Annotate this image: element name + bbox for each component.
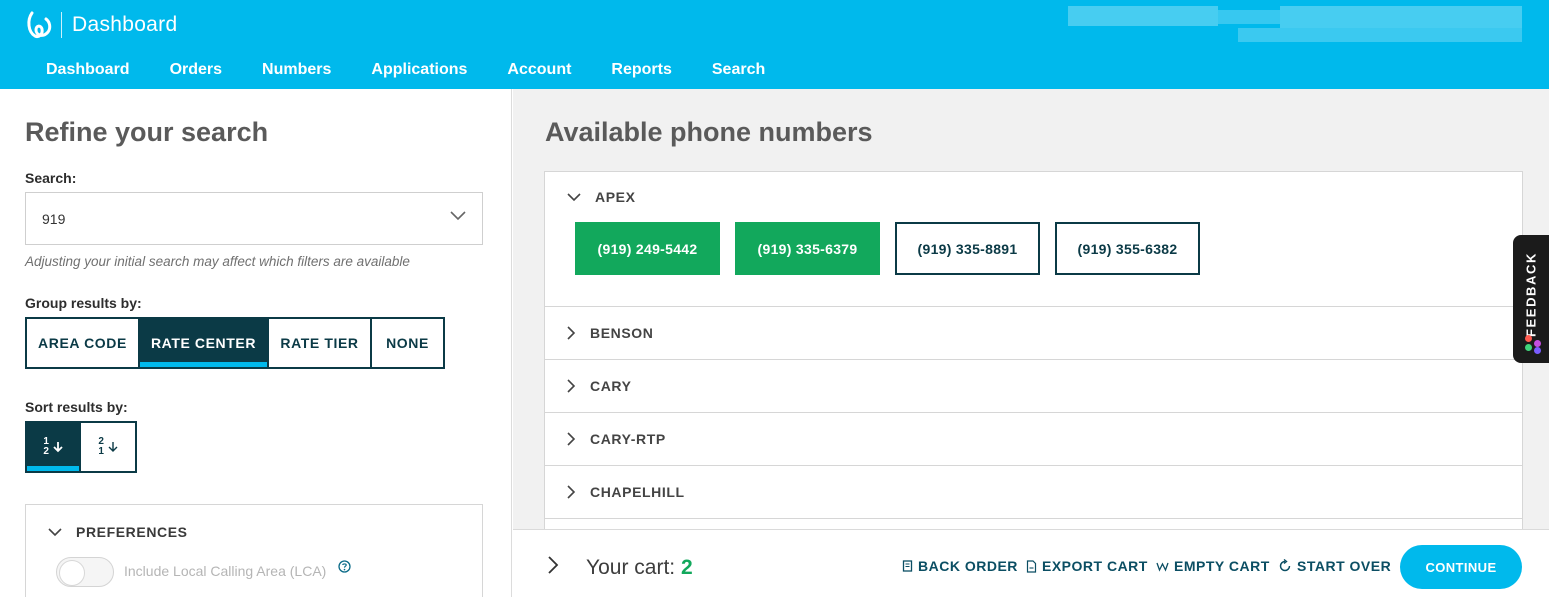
feedback-tab[interactable]: FEEDBACK bbox=[1513, 235, 1549, 363]
chevron-down-icon bbox=[48, 527, 62, 536]
nav-orders[interactable]: Orders bbox=[170, 61, 222, 79]
group-by-toggle: AREA CODE RATE CENTER RATE TIER NONE bbox=[25, 317, 445, 369]
phone-number-button[interactable]: (919) 249-5442 bbox=[575, 222, 720, 275]
sort-digit: 1 bbox=[98, 446, 105, 457]
chevron-right-icon bbox=[567, 326, 576, 340]
feedback-dot-icon bbox=[1525, 344, 1532, 351]
results-panel: Available phone numbers APEX (919) 249-5… bbox=[513, 89, 1549, 597]
refresh-icon bbox=[1279, 559, 1291, 572]
nav-account[interactable]: Account bbox=[507, 61, 571, 79]
group-header[interactable]: CARY bbox=[545, 360, 1522, 412]
group-header[interactable]: BENSON bbox=[545, 307, 1522, 359]
arrow-down-icon bbox=[108, 442, 118, 452]
help-circle-icon[interactable] bbox=[338, 560, 351, 573]
obscured-block bbox=[1280, 6, 1522, 28]
nav-reports[interactable]: Reports bbox=[611, 61, 671, 79]
start-over-button[interactable]: START OVER bbox=[1278, 558, 1391, 574]
refine-title: Refine your search bbox=[25, 117, 269, 147]
empty-cart-button[interactable]: EMPTY CART bbox=[1156, 558, 1270, 574]
phone-number-button[interactable]: (919) 335-6379 bbox=[735, 222, 880, 275]
start-over-label: START OVER bbox=[1297, 558, 1392, 574]
obscured-block bbox=[1238, 28, 1522, 42]
search-select[interactable]: 919 bbox=[25, 192, 483, 245]
continue-button[interactable]: CONTINUE bbox=[1400, 545, 1522, 589]
search-hint: Adjusting your initial search may affect… bbox=[25, 254, 410, 269]
sort-descending-button[interactable]: 2 1 bbox=[81, 423, 135, 471]
chevron-right-icon bbox=[567, 485, 576, 499]
arrow-down-icon bbox=[52, 442, 63, 453]
nav-dashboard[interactable]: Dashboard bbox=[46, 61, 130, 79]
number-row: (919) 249-5442 (919) 335-6379 (919) 335-… bbox=[545, 222, 1522, 306]
refine-panel: Refine your search Search: 919 Adjusting… bbox=[0, 89, 512, 597]
feedback-label: FEEDBACK bbox=[1523, 251, 1539, 338]
obscured-block bbox=[1068, 6, 1218, 26]
group-label: Group results by: bbox=[25, 295, 142, 311]
cart-label-text: Your cart: bbox=[586, 556, 676, 579]
brand-title: Dashboard bbox=[72, 13, 178, 36]
brand-logo-icon bbox=[27, 11, 52, 38]
group-header[interactable]: CARY-RTP bbox=[545, 413, 1522, 465]
lca-label: Include Local Calling Area (LCA) bbox=[124, 563, 327, 579]
chevron-down-icon bbox=[450, 211, 466, 221]
results-title: Available phone numbers bbox=[545, 117, 873, 147]
feedback-dot-icon bbox=[1534, 347, 1541, 354]
export-cart-label: EXPORT CART bbox=[1042, 558, 1148, 574]
empty-cart-label: EMPTY CART bbox=[1174, 558, 1270, 574]
export-cart-button[interactable]: EXPORT CART bbox=[1026, 558, 1148, 574]
brand[interactable]: Dashboard bbox=[26, 10, 177, 40]
back-order-label: BACK ORDER bbox=[918, 558, 1018, 574]
rate-center-group: CARY bbox=[545, 360, 1522, 413]
group-name: CHAPELHILL bbox=[590, 484, 685, 500]
obscured-block bbox=[1218, 10, 1280, 24]
lca-toggle[interactable] bbox=[56, 557, 114, 587]
group-area-code-button[interactable]: AREA CODE bbox=[27, 319, 140, 367]
group-rate-center-button[interactable]: RATE CENTER bbox=[140, 319, 269, 367]
top-header: Dashboard Dashboard Orders Numbers Appli… bbox=[0, 0, 1549, 89]
sort-ascending-digits: 1 2 bbox=[43, 437, 49, 457]
main-nav: Dashboard Orders Numbers Applications Ac… bbox=[46, 61, 805, 79]
chevron-right-icon[interactable] bbox=[547, 555, 559, 575]
sort-ascending-button[interactable]: 1 2 bbox=[27, 423, 81, 471]
group-name: BENSON bbox=[590, 325, 654, 341]
feedback-dot-icon bbox=[1525, 335, 1532, 342]
empty-cart-icon bbox=[1156, 562, 1169, 572]
search-label: Search: bbox=[25, 170, 77, 186]
sort-toggle: 1 2 2 1 bbox=[25, 421, 137, 473]
group-none-button[interactable]: NONE bbox=[372, 319, 443, 367]
chevron-right-icon bbox=[567, 379, 576, 393]
document-icon bbox=[902, 560, 913, 572]
export-file-icon bbox=[1026, 559, 1037, 573]
group-header[interactable]: APEX bbox=[545, 172, 1522, 222]
phone-number-button[interactable]: (919) 335-8891 bbox=[895, 222, 1040, 275]
group-header[interactable]: CHAPELHILL bbox=[545, 466, 1522, 518]
sort-label: Sort results by: bbox=[25, 399, 128, 415]
back-order-button[interactable]: BACK ORDER bbox=[902, 558, 1018, 574]
brand-divider bbox=[61, 12, 62, 38]
preferences-title: PREFERENCES bbox=[76, 524, 188, 540]
group-name: CARY-RTP bbox=[590, 431, 666, 447]
rate-center-group: BENSON bbox=[545, 307, 1522, 360]
preferences-panel: PREFERENCES Include Local Calling Area (… bbox=[25, 504, 483, 597]
feedback-dot-icon bbox=[1534, 340, 1541, 347]
cart-bar: Your cart: 2 BACK ORDER EXPORT CART EMPT… bbox=[513, 529, 1549, 597]
chevron-down-icon bbox=[567, 192, 581, 201]
group-name: CARY bbox=[590, 378, 632, 394]
group-name: APEX bbox=[595, 189, 636, 205]
chevron-right-icon bbox=[567, 432, 576, 446]
search-value: 919 bbox=[42, 210, 66, 227]
sort-descending-digits: 2 1 bbox=[98, 437, 104, 457]
nav-search[interactable]: Search bbox=[712, 61, 765, 79]
nav-numbers[interactable]: Numbers bbox=[262, 61, 331, 79]
cart-label: Your cart: 2 bbox=[586, 556, 693, 580]
phone-number-button[interactable]: (919) 355-6382 bbox=[1055, 222, 1200, 275]
preferences-header[interactable]: PREFERENCES bbox=[48, 524, 188, 540]
rate-center-list: APEX (919) 249-5442 (919) 335-6379 (919)… bbox=[544, 171, 1523, 531]
group-rate-tier-button[interactable]: RATE TIER bbox=[269, 319, 372, 367]
rate-center-group: CARY-RTP bbox=[545, 413, 1522, 466]
nav-applications[interactable]: Applications bbox=[371, 61, 467, 79]
rate-center-group: CHAPELHILL bbox=[545, 466, 1522, 519]
cart-count: 2 bbox=[680, 556, 693, 579]
sort-digit: 2 bbox=[43, 446, 50, 457]
rate-center-group: APEX (919) 249-5442 (919) 335-6379 (919)… bbox=[545, 172, 1522, 307]
